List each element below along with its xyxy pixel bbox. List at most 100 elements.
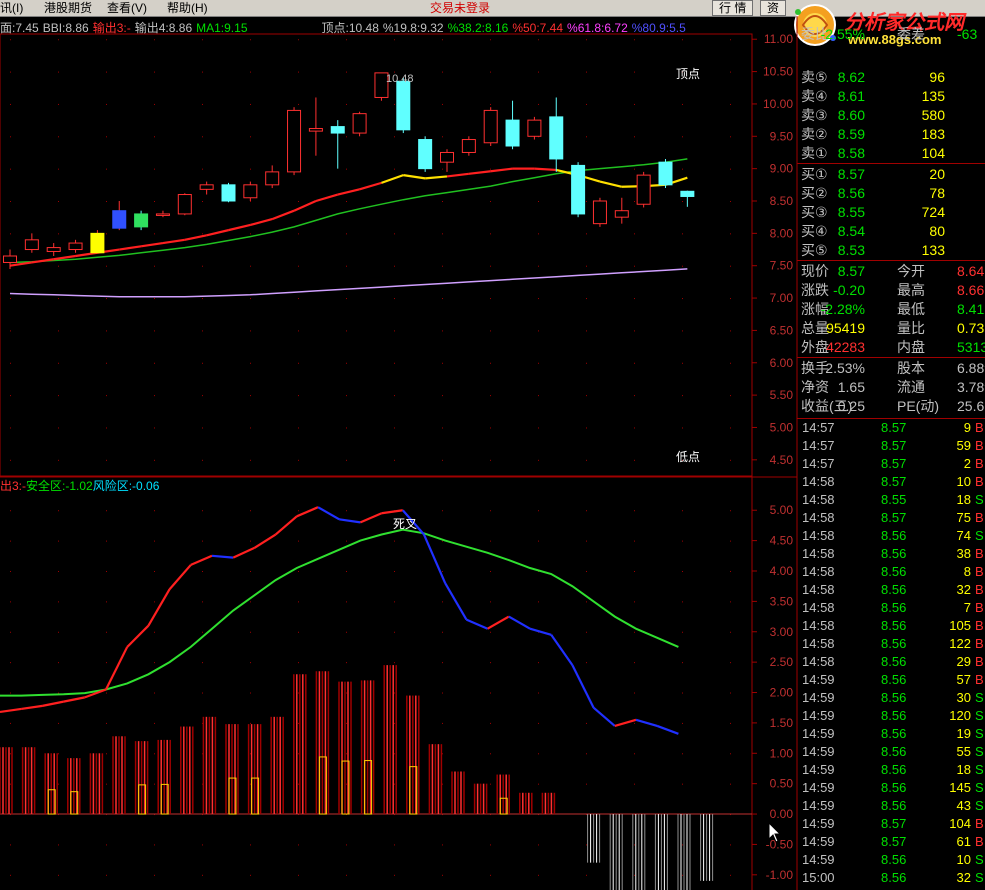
grid-dot <box>730 330 731 332</box>
grid-dot <box>730 783 731 785</box>
grid-dot <box>538 783 539 785</box>
tick-cell: 15:00 <box>802 870 835 885</box>
trade-login-status[interactable]: 交易未登录 <box>430 0 490 16</box>
grid-dot <box>730 265 731 267</box>
grid-dot <box>346 330 347 332</box>
candle-body <box>287 109 302 173</box>
grid-dot <box>154 814 155 816</box>
grid-dot <box>58 103 59 105</box>
grid-dot <box>298 692 299 694</box>
legend-item: MA1:9.15 <box>196 21 248 35</box>
grid-dot <box>490 692 491 694</box>
tick-cell: B <box>975 600 984 615</box>
tick-cell: 8.56 <box>881 546 907 561</box>
grid-dot <box>250 570 251 572</box>
grid-dot <box>682 427 683 429</box>
grid-dot <box>586 265 587 267</box>
tick-row: 14:57 8.57 9 B <box>797 419 985 437</box>
quote-button[interactable]: 行 情 <box>712 0 754 16</box>
menu-item-hk-futures[interactable]: 港股期货 <box>44 0 92 16</box>
grid-dot <box>250 459 251 461</box>
stats-cell: 8.66 <box>957 282 985 298</box>
ask-price: 8.61 <box>837 88 865 104</box>
ask-row: 卖⑤ 8.62 96 <box>797 68 985 87</box>
grid-dot <box>538 39 539 41</box>
legend-item: %80.9:5.5 <box>631 21 686 35</box>
grid-dot <box>202 783 203 785</box>
grid-dot <box>586 540 587 542</box>
tick-cell: 8.56 <box>881 600 907 615</box>
histogram-bar <box>180 726 194 815</box>
tick-cell: S <box>975 492 984 507</box>
grid-dot <box>202 692 203 694</box>
tick-cell: 38 <box>956 546 971 561</box>
grid-dot <box>538 233 539 235</box>
stats-row: 收益(三) 0.25 PE(动) 25.6 <box>797 397 985 416</box>
grid-dot <box>106 395 107 397</box>
tick-row: 14:58 8.56 29 B <box>797 653 985 671</box>
grid-dot <box>250 510 251 512</box>
risk-zone-line-segment <box>571 664 595 709</box>
grid-dot <box>538 136 539 138</box>
histogram-marker <box>364 760 373 815</box>
risk-zone-line-segment <box>21 704 43 711</box>
grid-dot <box>346 570 347 572</box>
candle-body <box>505 119 520 147</box>
grid-dot <box>346 168 347 170</box>
grid-dot <box>442 570 443 572</box>
histogram-bar <box>609 814 623 890</box>
grid-dot <box>442 103 443 105</box>
ask-row: 卖③ 8.60 580 <box>797 106 985 125</box>
grid-dot <box>346 103 347 105</box>
grid-dot <box>442 692 443 694</box>
grid-dot <box>538 722 539 724</box>
stats-cell: 42283 <box>826 339 865 355</box>
ask-row: 卖④ 8.61 135 <box>797 87 985 106</box>
histogram-bar <box>406 695 420 815</box>
grid-dot <box>346 601 347 603</box>
grid-dot <box>58 427 59 429</box>
tick-cell: B <box>975 654 984 669</box>
tick-cell: S <box>975 798 984 813</box>
output4-line-segment <box>490 167 513 173</box>
grid-dot <box>634 330 635 332</box>
candle-body <box>352 113 367 134</box>
grid-dot <box>634 540 635 542</box>
grid-dot <box>346 71 347 73</box>
grid-dot <box>442 753 443 755</box>
grid-dot <box>298 265 299 267</box>
tick-cell: 8.56 <box>881 744 907 759</box>
tick-cell: 14:59 <box>802 816 835 831</box>
grid-dot <box>154 631 155 633</box>
stats-divider <box>797 260 985 261</box>
stats-cell: 今开 <box>897 263 925 279</box>
grid-dot <box>538 168 539 170</box>
grid-dot <box>10 362 11 364</box>
grid-dot <box>346 844 347 846</box>
grid-dot <box>154 39 155 41</box>
grid-dot <box>730 71 731 73</box>
menu-item-help[interactable]: 帮助(H) <box>167 0 208 16</box>
info-button[interactable]: 资 <box>760 0 787 16</box>
grid-dot <box>634 395 635 397</box>
grid-dot <box>250 201 251 202</box>
grid-dot <box>730 874 731 876</box>
lower-axis-tick-label: 0.50 <box>770 777 794 791</box>
grid-dot <box>106 39 107 41</box>
grid-dot <box>538 510 539 512</box>
menu-item-info[interactable]: 讯(I) <box>0 0 23 16</box>
tick-cell: 14:58 <box>802 474 835 489</box>
grid-dot <box>682 103 683 105</box>
grid-dot <box>106 233 107 235</box>
tick-cell: 8.57 <box>881 438 907 453</box>
tick-row: 14:59 8.56 55 S <box>797 743 985 761</box>
tick-cell: B <box>975 546 984 561</box>
menu-item-view[interactable]: 查看(V) <box>107 0 147 16</box>
grid-dot <box>442 427 443 429</box>
stats-row: 总量 95419 量比 0.73 <box>797 319 985 338</box>
candle-body <box>440 151 454 163</box>
grid-dot <box>10 783 11 785</box>
tick-cell: 43 <box>956 798 971 813</box>
tick-cell: S <box>975 780 984 795</box>
grid-dot <box>106 362 107 364</box>
